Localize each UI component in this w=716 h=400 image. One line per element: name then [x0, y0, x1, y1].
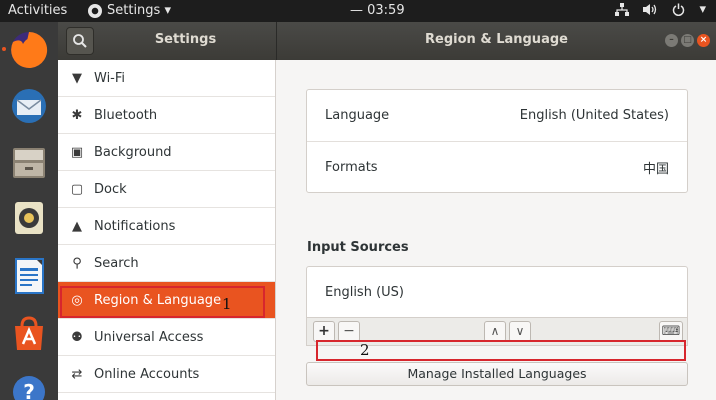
- minimize-button[interactable]: –: [665, 34, 678, 47]
- input-source-item[interactable]: English (US): [307, 267, 687, 317]
- power-icon: [673, 3, 685, 16]
- files-icon: [13, 148, 45, 178]
- language-value: English (United States): [519, 108, 669, 123]
- formats-label: Formats: [325, 159, 378, 175]
- background-icon: ▣: [70, 144, 84, 160]
- network-icon: [615, 3, 630, 16]
- input-source-label: English (US): [325, 284, 404, 300]
- annotation-box-1: [60, 286, 265, 318]
- app-menu-label: Settings ▾: [107, 3, 171, 18]
- writer-icon: [15, 258, 44, 294]
- move-down-button[interactable]: ∨: [509, 321, 531, 342]
- dock-rhythmbox[interactable]: [7, 196, 51, 240]
- sidebar-item-label: Online Accounts: [94, 366, 200, 382]
- window-title: Region & Language: [425, 32, 568, 47]
- language-formats-frame: Language English (United States) Formats…: [306, 89, 688, 193]
- search-icon: ⚲: [72, 255, 82, 271]
- language-row[interactable]: Language English (United States): [307, 90, 687, 141]
- help-icon: ?: [13, 376, 45, 400]
- gear-icon: [88, 3, 102, 18]
- close-button[interactable]: ×: [697, 34, 710, 47]
- formats-row[interactable]: Formats 中国: [307, 141, 687, 192]
- accessibility-icon: ⚉: [71, 329, 83, 345]
- dock-thunderbird[interactable]: [7, 84, 51, 128]
- running-indicator: [2, 47, 6, 51]
- volume-icon: [643, 4, 657, 15]
- wifi-icon: ▼: [72, 70, 82, 86]
- keyboard-layout-button[interactable]: ⌨: [659, 321, 683, 342]
- app-menu[interactable]: Settings ▾: [88, 3, 171, 18]
- language-label: Language: [325, 108, 390, 123]
- dock-software[interactable]: [7, 312, 51, 356]
- dock-files[interactable]: [7, 140, 51, 184]
- thunderbird-icon: [12, 89, 46, 123]
- dock-icon: ▢: [70, 181, 84, 197]
- search-button[interactable]: [66, 27, 94, 55]
- annotation-number-2: 2: [360, 341, 370, 359]
- clock[interactable]: — 03:59: [350, 3, 405, 18]
- sidebar-item-label: Dock: [94, 181, 127, 197]
- software-icon: [15, 316, 43, 350]
- dock-help[interactable]: ?: [7, 370, 51, 400]
- sidebar-item-universal-access[interactable]: ⚉ Universal Access: [58, 319, 275, 356]
- sidebar-title: Settings: [154, 32, 217, 47]
- bluetooth-icon: ✱: [71, 107, 83, 123]
- dock-writer[interactable]: [7, 254, 51, 298]
- sidebar-item-label: Bluetooth: [94, 107, 158, 123]
- maximize-button[interactable]: □: [681, 34, 694, 47]
- sidebar-item-dock[interactable]: ▢ Dock: [58, 171, 275, 208]
- input-sources-heading: Input Sources: [307, 240, 409, 255]
- sidebar-item-label: Universal Access: [94, 329, 204, 345]
- input-sources-list: English (US): [306, 266, 688, 318]
- annotation-number-1: 1: [222, 295, 232, 313]
- manage-installed-languages-button[interactable]: Manage Installed Languages: [306, 362, 688, 386]
- header-bar: Settings Region & Language – □ ×: [58, 22, 716, 60]
- sidebar-item-search[interactable]: ⚲ Search: [58, 245, 275, 282]
- sidebar-item-notifications[interactable]: ▲ Notifications: [58, 208, 275, 245]
- search-icon: [73, 34, 87, 48]
- sidebar: ▼ Wi-Fi ✱ Bluetooth ▣ Background ▢ Dock …: [58, 60, 276, 400]
- chevron-down-icon: ▾: [699, 2, 706, 17]
- activities-button[interactable]: Activities: [8, 3, 67, 18]
- sidebar-item-bluetooth[interactable]: ✱ Bluetooth: [58, 97, 275, 134]
- rhythmbox-icon: [15, 202, 43, 234]
- add-input-source-button[interactable]: +: [313, 321, 335, 342]
- dock: ?: [0, 22, 58, 400]
- sidebar-item-label: Notifications: [94, 218, 176, 234]
- svg-text:?: ?: [23, 380, 35, 400]
- remove-input-source-button[interactable]: −: [338, 321, 360, 342]
- system-tray[interactable]: ▾: [615, 2, 706, 17]
- sidebar-item-label: Background: [94, 144, 172, 160]
- online-accounts-icon: ⇄: [71, 366, 83, 382]
- bell-icon: ▲: [72, 218, 82, 234]
- sidebar-item-online-accounts[interactable]: ⇄ Online Accounts: [58, 356, 275, 393]
- window-controls: – □ ×: [665, 34, 710, 47]
- firefox-icon: [11, 31, 48, 68]
- sidebar-item-background[interactable]: ▣ Background: [58, 134, 275, 171]
- sidebar-item-label: Search: [94, 255, 139, 271]
- sidebar-item-wifi[interactable]: ▼ Wi-Fi: [58, 60, 275, 97]
- formats-value: 中国: [642, 161, 669, 177]
- annotation-box-2: [316, 340, 686, 361]
- sidebar-item-label: Wi-Fi: [94, 70, 126, 86]
- dock-firefox[interactable]: [2, 28, 51, 72]
- top-bar: Activities Settings ▾ — 03:59 ▾: [0, 0, 716, 22]
- move-up-button[interactable]: ∧: [484, 321, 506, 342]
